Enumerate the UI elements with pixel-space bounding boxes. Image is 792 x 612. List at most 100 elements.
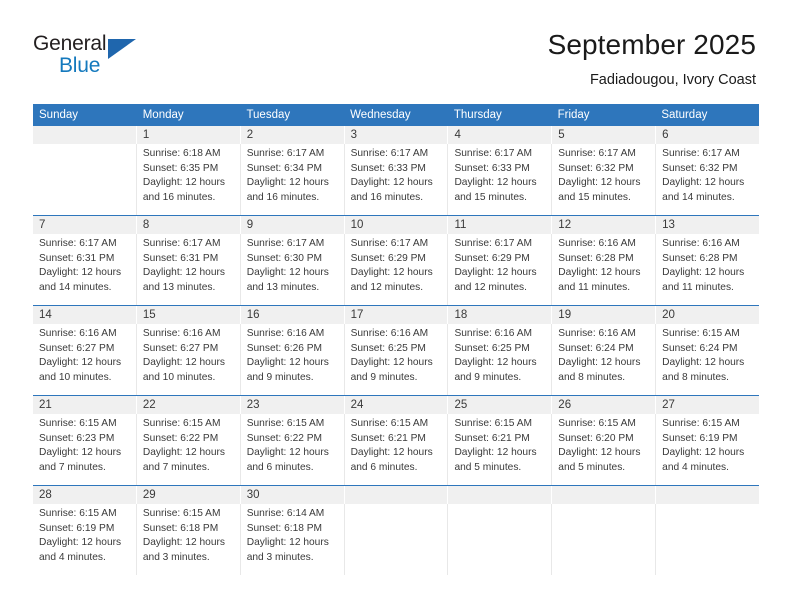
- week-detail-band: Sunrise: 6:15 AM Sunset: 6:23 PM Daylight:…: [33, 414, 759, 485]
- day-number-25[interactable]: 25: [448, 396, 553, 414]
- day-cell-7[interactable]: Sunrise: 6:17 AM Sunset: 6:31 PM Daylight:…: [33, 234, 137, 305]
- general-blue-logo: General Blue: [33, 32, 153, 84]
- day-number-21[interactable]: 21: [33, 396, 137, 414]
- day-number-15[interactable]: 15: [137, 306, 241, 324]
- day-cell-8[interactable]: Sunrise: 6:17 AM Sunset: 6:31 PM Daylight:…: [137, 234, 241, 305]
- sunrise-text: Sunrise: 6:18 AM: [142, 148, 221, 159]
- day-cell-1[interactable]: Sunrise: 6:18 AM Sunset: 6:35 PM Daylight:…: [137, 144, 241, 215]
- day-cell-30[interactable]: Sunrise: 6:14 AM Sunset: 6:18 PM Daylight:…: [241, 504, 345, 575]
- day-number-7[interactable]: 7: [33, 216, 137, 234]
- day-cell-4[interactable]: Sunrise: 6:17 AM Sunset: 6:33 PM Daylight:…: [448, 144, 553, 215]
- day-cell-27[interactable]: Sunrise: 6:15 AM Sunset: 6:19 PM Daylight:…: [656, 414, 759, 485]
- daylight-text: Daylight: 12 hours: [662, 177, 745, 189]
- sunset-text: Sunset: 6:22 PM: [246, 432, 323, 444]
- daylight-text: Daylight: 12 hours: [39, 447, 122, 459]
- day-number-24[interactable]: 24: [345, 396, 449, 414]
- day-number-30[interactable]: 30: [241, 486, 345, 504]
- daylight-text: and 8 minutes.: [662, 371, 729, 383]
- sunset-text: Sunset: 6:27 PM: [142, 342, 219, 354]
- day-number-empty: [448, 486, 553, 504]
- day-cell-16[interactable]: Sunrise: 6:16 AM Sunset: 6:26 PM Daylight:…: [241, 324, 345, 395]
- day-number-4[interactable]: 4: [448, 126, 553, 144]
- day-number-20[interactable]: 20: [656, 306, 759, 324]
- sunrise-text: Sunrise: 6:16 AM: [350, 328, 429, 339]
- day-cell-23[interactable]: Sunrise: 6:15 AM Sunset: 6:22 PM Daylight:…: [241, 414, 345, 485]
- day-cell-14[interactable]: Sunrise: 6:16 AM Sunset: 6:27 PM Daylight:…: [33, 324, 137, 395]
- day-cell-29[interactable]: Sunrise: 6:15 AM Sunset: 6:18 PM Daylight:…: [137, 504, 241, 575]
- sunset-text: Sunset: 6:27 PM: [39, 342, 115, 354]
- day-number-12[interactable]: 12: [552, 216, 657, 234]
- day-cell-15[interactable]: Sunrise: 6:16 AM Sunset: 6:27 PM Daylight:…: [137, 324, 241, 395]
- week-daynumber-band: 123456: [33, 126, 759, 144]
- sunrise-text: Sunrise: 6:17 AM: [454, 148, 533, 159]
- day-number-10[interactable]: 10: [345, 216, 449, 234]
- daylight-text: Daylight: 12 hours: [246, 177, 329, 189]
- day-cell-25[interactable]: Sunrise: 6:15 AM Sunset: 6:21 PM Daylight:…: [448, 414, 553, 485]
- day-number-16[interactable]: 16: [241, 306, 345, 324]
- day-number-3[interactable]: 3: [345, 126, 449, 144]
- daylight-text: and 15 minutes.: [558, 191, 631, 203]
- day-number-2[interactable]: 2: [241, 126, 345, 144]
- daylight-text: and 16 minutes.: [350, 191, 424, 203]
- daylight-text: Daylight: 12 hours: [350, 357, 433, 369]
- day-number-23[interactable]: 23: [241, 396, 345, 414]
- sunrise-text: Sunrise: 6:16 AM: [558, 238, 636, 249]
- daylight-text: Daylight: 12 hours: [39, 357, 122, 369]
- daylight-text: Daylight: 12 hours: [558, 447, 641, 459]
- day-cell-22[interactable]: Sunrise: 6:15 AM Sunset: 6:22 PM Daylight:…: [137, 414, 241, 485]
- day-cell-6[interactable]: Sunrise: 6:17 AM Sunset: 6:32 PM Daylight:…: [656, 144, 759, 215]
- day-cell-12[interactable]: Sunrise: 6:16 AM Sunset: 6:28 PM Daylight:…: [552, 234, 657, 305]
- day-cell-28[interactable]: Sunrise: 6:15 AM Sunset: 6:19 PM Daylight:…: [33, 504, 137, 575]
- sunset-text: Sunset: 6:21 PM: [350, 432, 426, 444]
- day-number-8[interactable]: 8: [137, 216, 241, 234]
- daylight-text: Daylight: 12 hours: [662, 447, 745, 459]
- day-cell-21[interactable]: Sunrise: 6:15 AM Sunset: 6:23 PM Daylight:…: [33, 414, 137, 485]
- day-number-1[interactable]: 1: [137, 126, 241, 144]
- day-cell-5[interactable]: Sunrise: 6:17 AM Sunset: 6:32 PM Daylight:…: [552, 144, 657, 215]
- day-number-22[interactable]: 22: [137, 396, 241, 414]
- day-number-5[interactable]: 5: [552, 126, 657, 144]
- daylight-text: and 10 minutes.: [142, 371, 216, 383]
- day-cell-2[interactable]: Sunrise: 6:17 AM Sunset: 6:34 PM Daylight:…: [241, 144, 345, 215]
- day-cell-18[interactable]: Sunrise: 6:16 AM Sunset: 6:25 PM Daylight:…: [448, 324, 553, 395]
- daylight-text: and 9 minutes.: [350, 371, 418, 383]
- day-number-13[interactable]: 13: [656, 216, 759, 234]
- day-number-29[interactable]: 29: [137, 486, 241, 504]
- day-number-9[interactable]: 9: [241, 216, 345, 234]
- day-cell-19[interactable]: Sunrise: 6:16 AM Sunset: 6:24 PM Daylight:…: [552, 324, 657, 395]
- logo-text-blue: Blue: [59, 54, 101, 77]
- sunset-text: Sunset: 6:28 PM: [558, 252, 634, 264]
- daylight-text: and 7 minutes.: [142, 461, 210, 473]
- daylight-text: and 4 minutes.: [662, 461, 729, 473]
- daylight-text: and 5 minutes.: [454, 461, 522, 473]
- day-cell-3[interactable]: Sunrise: 6:17 AM Sunset: 6:33 PM Daylight:…: [345, 144, 449, 215]
- sunrise-text: Sunrise: 6:17 AM: [350, 148, 429, 159]
- day-number-26[interactable]: 26: [552, 396, 657, 414]
- sunrise-text: Sunrise: 6:15 AM: [246, 418, 325, 429]
- week-detail-band: Sunrise: 6:17 AM Sunset: 6:31 PM Daylight:…: [33, 234, 759, 305]
- sunrise-text: Sunrise: 6:17 AM: [558, 148, 636, 159]
- day-number-27[interactable]: 27: [656, 396, 759, 414]
- day-cell-20[interactable]: Sunrise: 6:15 AM Sunset: 6:24 PM Daylight:…: [656, 324, 759, 395]
- day-cell-24[interactable]: Sunrise: 6:15 AM Sunset: 6:21 PM Daylight:…: [345, 414, 449, 485]
- week-detail-band: Sunrise: 6:16 AM Sunset: 6:27 PM Daylight:…: [33, 324, 759, 395]
- day-cell-13[interactable]: Sunrise: 6:16 AM Sunset: 6:28 PM Daylight:…: [656, 234, 759, 305]
- day-number-6[interactable]: 6: [656, 126, 759, 144]
- weekday-header-saturday: Saturday: [661, 109, 708, 121]
- day-cell-26[interactable]: Sunrise: 6:15 AM Sunset: 6:20 PM Daylight:…: [552, 414, 657, 485]
- daylight-text: Daylight: 12 hours: [142, 447, 225, 459]
- daylight-text: and 6 minutes.: [350, 461, 418, 473]
- day-cell-11[interactable]: Sunrise: 6:17 AM Sunset: 6:29 PM Daylight:…: [448, 234, 553, 305]
- day-cell-17[interactable]: Sunrise: 6:16 AM Sunset: 6:25 PM Daylight:…: [345, 324, 449, 395]
- day-number-17[interactable]: 17: [345, 306, 449, 324]
- day-number-11[interactable]: 11: [448, 216, 553, 234]
- sunrise-text: Sunrise: 6:16 AM: [558, 328, 636, 339]
- day-number-18[interactable]: 18: [448, 306, 553, 324]
- day-number-14[interactable]: 14: [33, 306, 137, 324]
- sunset-text: Sunset: 6:29 PM: [350, 252, 426, 264]
- day-number-19[interactable]: 19: [552, 306, 657, 324]
- weekday-header-wednesday: Wednesday: [350, 109, 411, 121]
- day-cell-9[interactable]: Sunrise: 6:17 AM Sunset: 6:30 PM Daylight:…: [241, 234, 345, 305]
- day-cell-10[interactable]: Sunrise: 6:17 AM Sunset: 6:29 PM Daylight:…: [345, 234, 449, 305]
- day-number-28[interactable]: 28: [33, 486, 137, 504]
